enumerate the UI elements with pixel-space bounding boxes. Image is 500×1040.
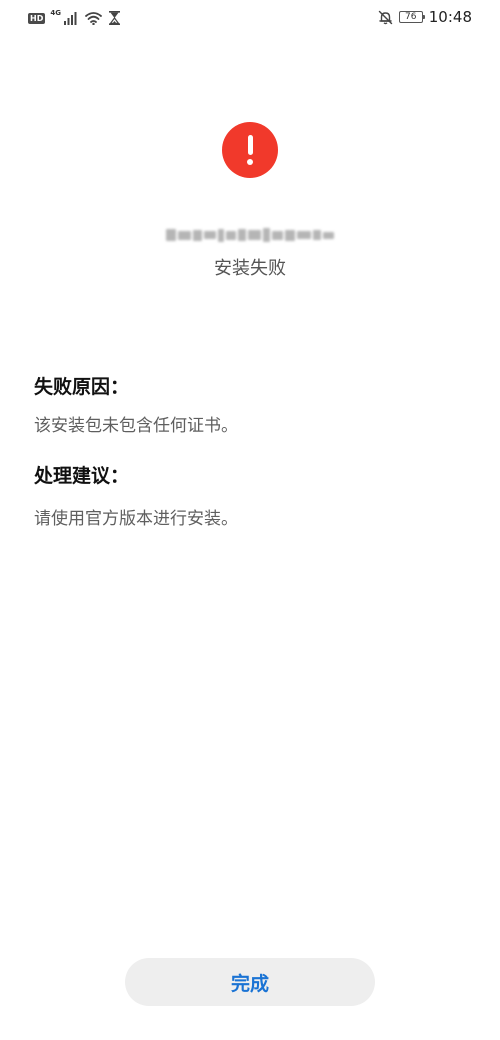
error-icon	[222, 122, 278, 178]
signal-icon	[63, 12, 77, 25]
wifi-icon	[85, 12, 102, 25]
status-bar: HD 4G 76 10:48	[0, 0, 500, 34]
failure-reason-text: 该安装包未包含任何证书。	[34, 416, 238, 436]
install-status-text: 安装失败	[214, 258, 286, 279]
status-bar-right: 76 10:48	[378, 6, 472, 28]
network-type-label: 4G	[50, 9, 61, 17]
hd-badge: HD	[28, 12, 46, 24]
hourglass-icon	[108, 11, 120, 25]
suggestion-text: 请使用官方版本进行安装。	[34, 509, 238, 529]
done-button[interactable]: 完成	[125, 958, 375, 1006]
status-bar-left: HD 4G	[28, 9, 120, 27]
app-name-redacted	[166, 224, 334, 246]
failure-reason-title: 失败原因：	[34, 376, 130, 398]
clock: 10:48	[428, 8, 472, 26]
battery-icon: 76	[398, 11, 426, 23]
suggestion-title: 处理建议：	[34, 465, 130, 487]
battery-level: 76	[405, 12, 417, 22]
bell-off-icon	[378, 10, 392, 24]
